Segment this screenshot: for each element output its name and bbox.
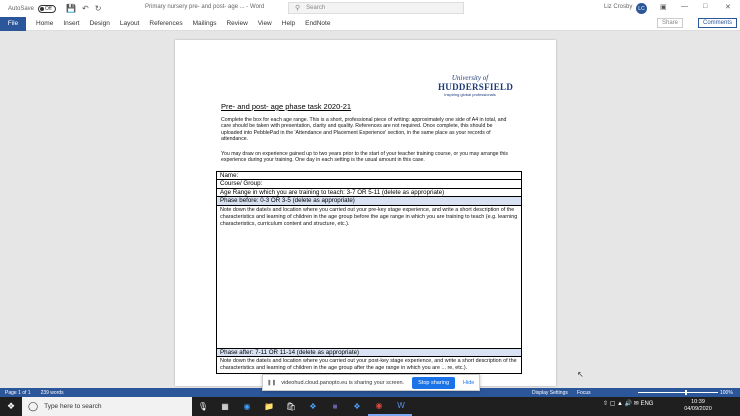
dropbox-icon[interactable]: ❖ (302, 397, 324, 416)
zoom-slider-thumb[interactable] (685, 390, 687, 395)
task-view-icon[interactable]: ▦ (214, 397, 236, 416)
tab-references[interactable]: References (149, 20, 182, 27)
share-message: videohud.cloud.panopto.eu is sharing you… (281, 379, 405, 386)
tab-layout[interactable]: Layout (120, 20, 140, 27)
university-logo: University of HUDDERSFIELD Inspiring glo… (438, 74, 514, 97)
teams-icon[interactable]: ■ (324, 397, 346, 416)
taskbar-search-placeholder: Type here to search (44, 403, 102, 410)
logo-tagline: Inspiring global professionals (444, 92, 496, 97)
zoom-slider[interactable] (638, 392, 718, 393)
instructions-paragraph: Complete the box for each age range. Thi… (221, 117, 507, 143)
microphone-icon[interactable]: 🎙 (192, 397, 214, 416)
tab-help[interactable]: Help (282, 20, 295, 27)
logo-line-2: HUDDERSFIELD (438, 82, 514, 92)
hide-button[interactable]: Hide (463, 380, 474, 386)
ribbon-tabs: File Home Insert Design Layout Reference… (0, 16, 740, 31)
task-table: Name: Course/ Group: Age Range in which … (216, 171, 522, 374)
avatar[interactable]: LC (636, 3, 647, 14)
autosave-label: AutoSave (8, 5, 35, 12)
file-explorer-icon[interactable]: 📁 (258, 397, 280, 416)
phase-after-description[interactable]: Note down the date/s and location where … (217, 357, 521, 373)
autosave-toggle[interactable]: Off (38, 4, 57, 13)
close-icon[interactable]: ✕ (725, 3, 731, 11)
course-row[interactable]: Course/ Group: (217, 180, 521, 189)
maximize-icon[interactable]: □ (703, 3, 707, 10)
search-icon: ⚲ (295, 5, 301, 12)
user-name[interactable]: Liz Crosby (604, 4, 632, 10)
name-row[interactable]: Name: (217, 172, 521, 181)
experience-paragraph: You may draw on experience gained up to … (221, 151, 509, 164)
minimize-icon[interactable]: — (681, 3, 688, 10)
phase-before-row[interactable]: Phase before: 0-3 OR 3-5 (delete as appr… (217, 197, 521, 206)
phase-before-description[interactable]: Note down the date/s and location where … (217, 206, 521, 229)
clock-date: 04/09/2020 (684, 406, 712, 412)
search-circle-icon: ◯ (28, 401, 39, 411)
comments-button[interactable]: Comments (697, 18, 737, 28)
document-page[interactable]: University of HUDDERSFIELD Inspiring glo… (175, 40, 556, 386)
mouse-cursor-icon: ↖ (577, 370, 584, 379)
word-icon[interactable]: W (390, 397, 412, 416)
share-button[interactable]: Share (656, 18, 683, 28)
pause-icon: ❚❚ (267, 379, 277, 386)
undo-icon[interactable]: ↶ (82, 4, 89, 13)
edge-icon[interactable]: ◉ (236, 397, 258, 416)
tab-endnote[interactable]: EndNote (305, 20, 330, 27)
tab-design[interactable]: Design (90, 20, 110, 27)
document-title: Primary nursery pre- and post- age ... -… (145, 4, 265, 10)
word-count[interactable]: 239 words (41, 390, 64, 396)
system-tray-icons[interactable]: ⇧ ▢ ▲ 🔊 ✉ ENG (603, 400, 653, 407)
search-input[interactable]: ⚲ Search (288, 2, 464, 14)
tab-home[interactable]: Home (36, 20, 53, 27)
stop-sharing-button[interactable]: Stop sharing (412, 376, 456, 389)
store-icon[interactable]: 🛍 (280, 397, 302, 416)
screen-share-banner: ❚❚ videohud.cloud.panopto.eu is sharing … (262, 374, 480, 391)
taskbar-search-input[interactable]: ◯ Type here to search (22, 397, 192, 416)
tab-view[interactable]: View (258, 20, 272, 27)
ribbon-display-icon[interactable]: ▣ (660, 3, 667, 11)
windows-start-icon[interactable]: ❖ (0, 401, 22, 412)
focus-button[interactable]: Focus (577, 390, 591, 396)
logo-line-1: University of (451, 74, 489, 82)
tab-file[interactable]: File (0, 16, 26, 31)
document-heading: Pre- and post- age phase task 2020-21 (221, 102, 352, 111)
taskbar-clock[interactable]: 10:39 04/09/2020 (678, 399, 718, 413)
dropbox-2-icon[interactable]: ❖ (346, 397, 368, 416)
redo-icon[interactable]: ↻ (95, 4, 102, 13)
chrome-icon[interactable]: ◉ (368, 397, 390, 416)
zoom-level[interactable]: 100% (720, 390, 733, 396)
phase-after-row[interactable]: Phase after: 7-11 OR 11-14 (delete as ap… (217, 348, 521, 357)
age-range-row[interactable]: Age Range in which you are training to t… (217, 189, 521, 198)
clock-time: 10:39 (691, 399, 705, 405)
taskbar: ❖ ◯ Type here to search 🎙 ▦ ◉ 📁 🛍 ❖ ■ ❖ … (0, 397, 740, 416)
tab-mailings[interactable]: Mailings (193, 20, 217, 27)
phase-before-answer-area[interactable] (217, 229, 521, 349)
page-count[interactable]: Page 1 of 1 (5, 390, 31, 396)
tab-insert[interactable]: Insert (63, 20, 79, 27)
save-icon[interactable]: 💾 (66, 4, 76, 13)
display-settings-button[interactable]: Display Settings (532, 390, 568, 396)
tab-review[interactable]: Review (226, 20, 247, 27)
search-placeholder: Search (306, 5, 326, 11)
